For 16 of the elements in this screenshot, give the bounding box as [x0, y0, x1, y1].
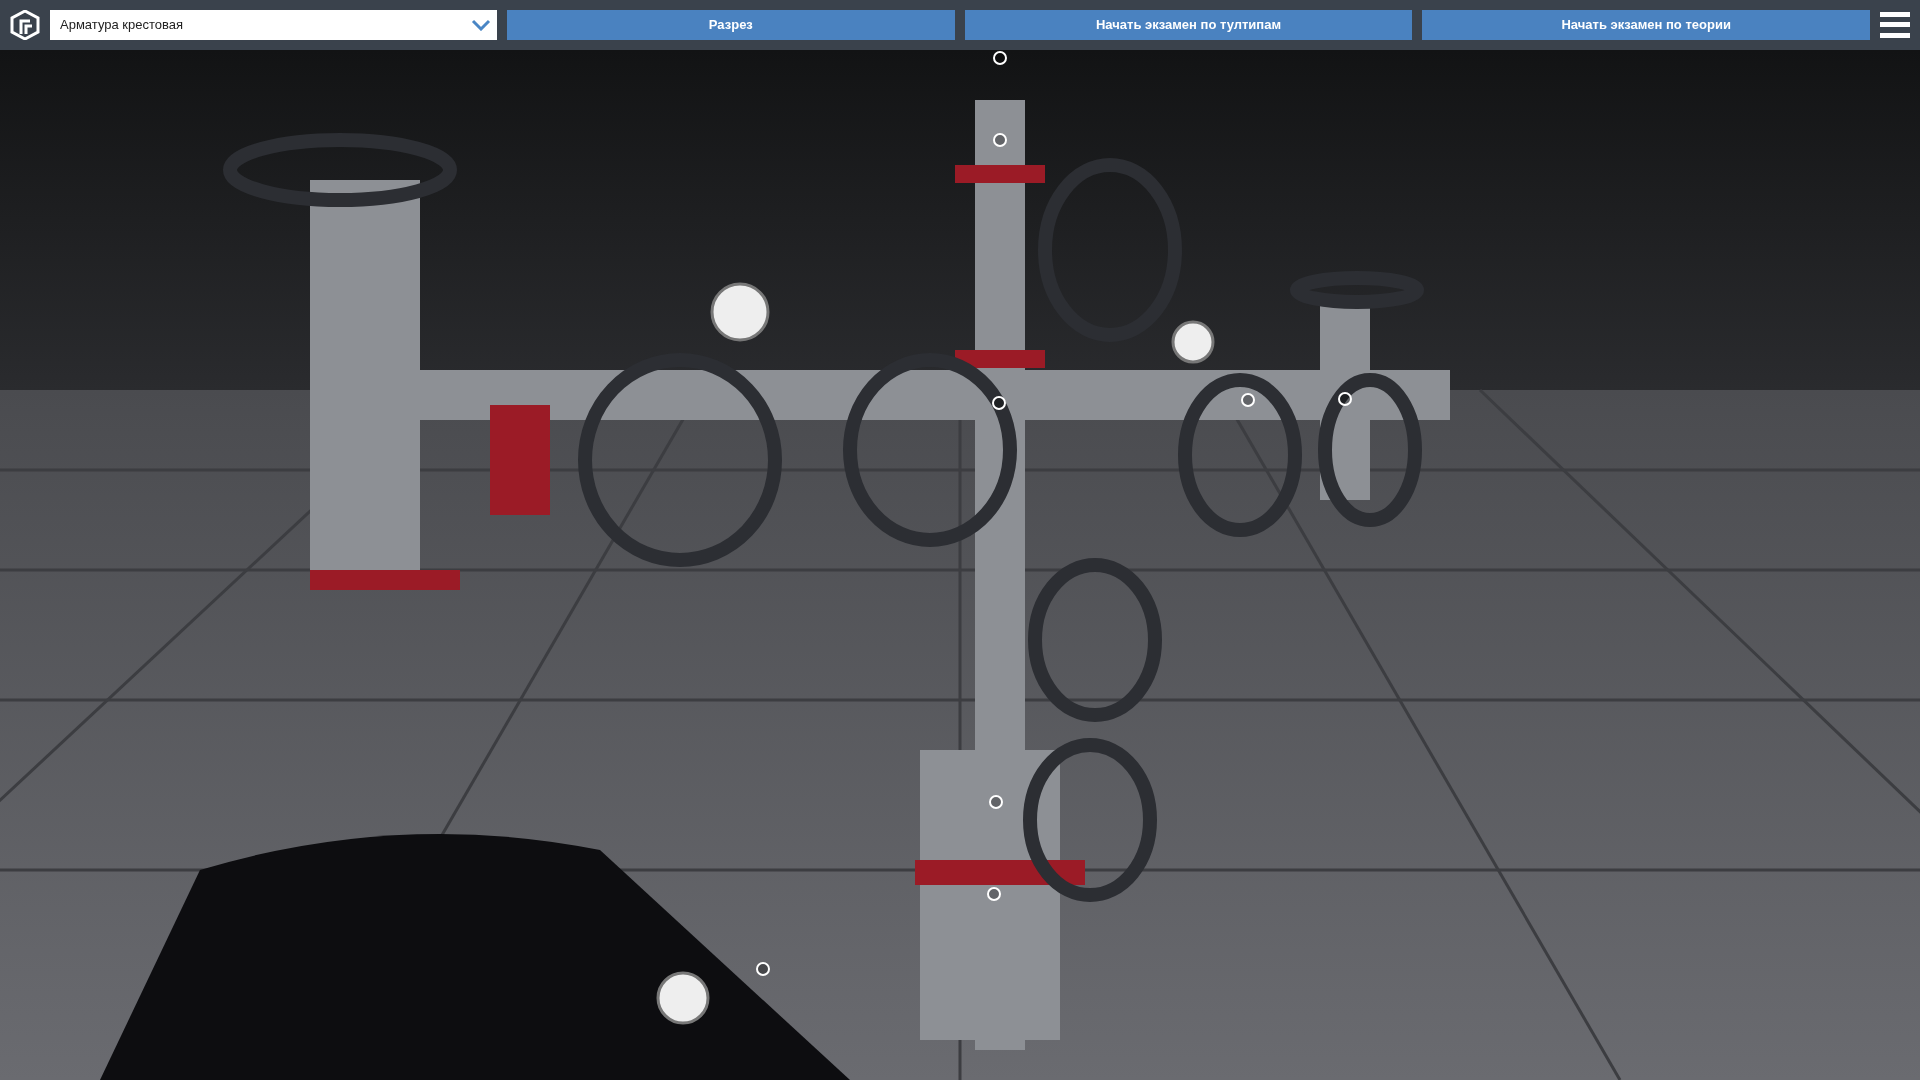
menu-icon[interactable] — [1880, 12, 1910, 38]
chevron-down-icon — [471, 19, 491, 31]
hotspot-marker[interactable] — [993, 133, 1007, 147]
toolbar-button[interactable]: Начать экзамен по теории — [1422, 10, 1870, 40]
dropdown-value: Арматура крестовая — [60, 16, 184, 35]
hotspot-marker[interactable] — [989, 795, 1003, 809]
hotspot-marker[interactable] — [756, 962, 770, 976]
hotspot-marker[interactable] — [1338, 392, 1352, 406]
toolbar-button[interactable]: Начать экзамен по тултипам — [964, 10, 1413, 40]
hotspot-marker[interactable] — [1241, 393, 1255, 407]
logo-icon — [10, 10, 40, 40]
model-dropdown[interactable]: Арматура крестовая — [50, 10, 497, 40]
toolbar-button[interactable]: Разрез — [507, 10, 955, 40]
hotspot-marker[interactable] — [992, 396, 1006, 410]
hotspot-marker[interactable] — [993, 51, 1007, 65]
hotspot-marker[interactable] — [987, 887, 1001, 901]
